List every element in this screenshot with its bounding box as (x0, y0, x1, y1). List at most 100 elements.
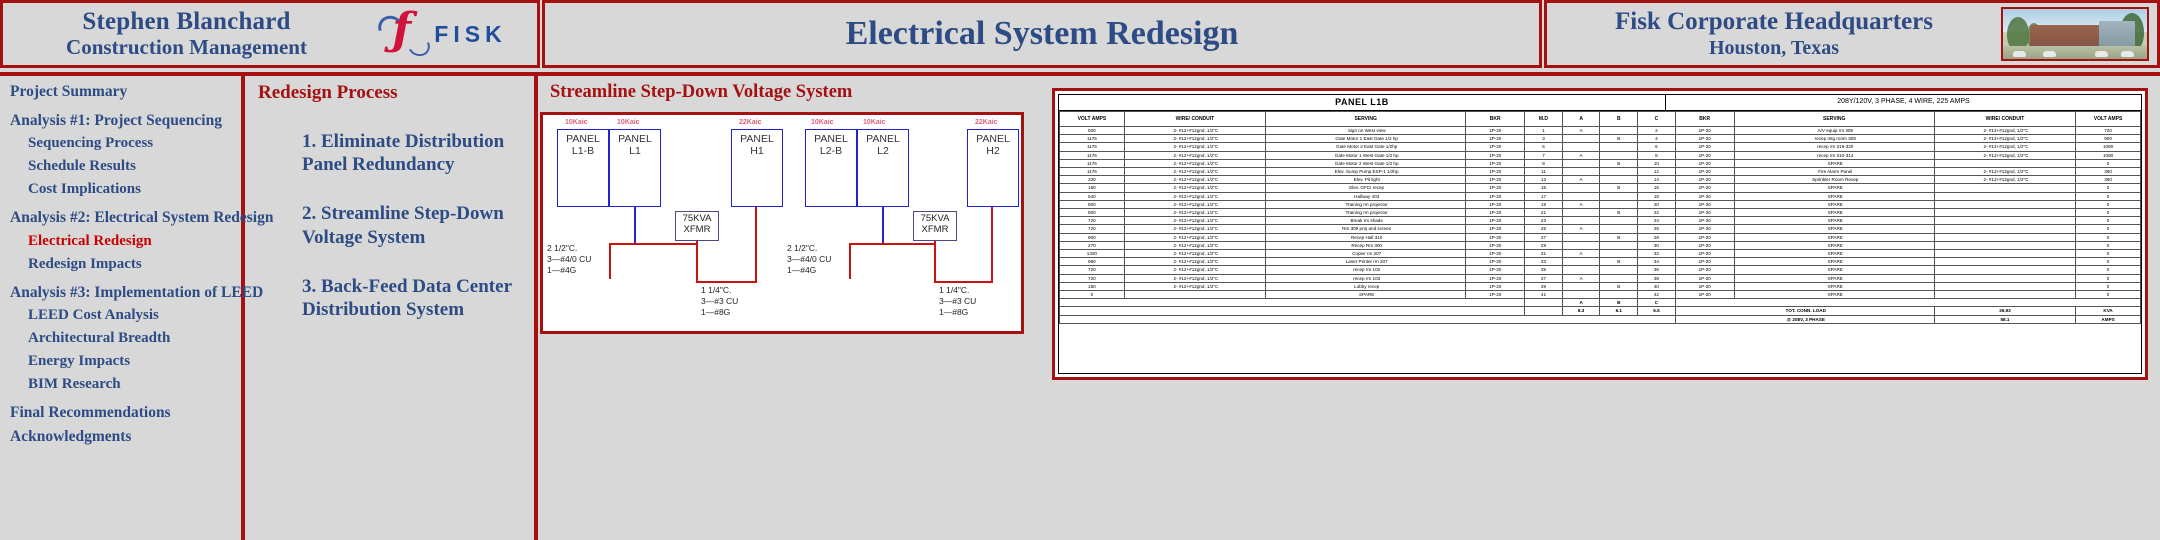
cell-wire_l: 2- #12+#12gnd, 1/2"C (1123, 150, 1267, 160)
sidebar-item-architectural-breadth[interactable]: Architectural Breadth (10, 331, 240, 346)
sidebar-item-analysis-3-implementation-of-leed[interactable]: Analysis #3: Implementation of LEED (10, 284, 263, 301)
cell-md: 25 (1524, 224, 1563, 234)
cell-b: B (1599, 281, 1639, 292)
cell-serv_r: SPARE (1733, 232, 1935, 242)
sidebar-item-energy-impacts[interactable]: Energy Impacts (10, 354, 240, 369)
cell-md: 29 (1524, 240, 1563, 251)
table-row: 1176 2- #12+#12gnd, 1/2"C Gate Motor 1 Wes… (1059, 150, 2141, 160)
cell-serv_l: Recep Rm 300 (1265, 240, 1467, 251)
cell-serv_l: Training rm projector (1265, 199, 1467, 210)
cell-wire_r: 2- #12+#12gnd, 1/2"C (1933, 125, 2077, 136)
sidebar-nav[interactable]: Project Summary Analysis #1: Project Sequ… (0, 76, 273, 540)
single-line-diagram-section: Streamline Step-Down Voltage System 10Ka… (540, 76, 1040, 334)
cell-va_l: 1176 (1059, 150, 1125, 160)
cell-c: 18 (1637, 191, 1676, 201)
sidebar-item-sequencing-process[interactable]: Sequencing Process (10, 136, 240, 151)
cell-wire_r (1933, 199, 2077, 210)
panel-id: L1-B (571, 145, 595, 158)
panel-l2: PANEL L2 (857, 129, 909, 207)
spacer (1059, 314, 1676, 324)
sidebar-item-bim-research[interactable]: BIM Research (10, 377, 240, 392)
cell-va_l: 500 (1059, 125, 1125, 136)
cell-bkr_l: 1P-20 (1465, 183, 1526, 193)
cell-a: A (1561, 125, 1601, 136)
amps-note: @ 208V, 3 PHASE (1674, 314, 1935, 324)
process-step-1: 1. Eliminate Distribution Panel Redundan… (302, 131, 505, 176)
cell-bkr_r: 1P-20 (1674, 249, 1735, 259)
sidebar-item-project-summary[interactable]: Project Summary (10, 84, 240, 100)
cell-serv_r: SPARE (1733, 199, 1935, 210)
cell-va_l: 180 (1059, 183, 1125, 193)
table-row: 540 2- #12+#12gnd, 1/2"C Hallway 403 1P-20 1… (1059, 191, 2141, 201)
cell-va_r: 0 (2075, 281, 2141, 292)
cell-b: B (1599, 183, 1639, 193)
cell-wire_l: 2- #12+#12gnd, 1/2"C (1123, 199, 1267, 210)
cell-c: 10 (1637, 158, 1676, 169)
table-row: 720 2- #12+#12gnd, 1/2"C recep rm 103 1P-20… (1059, 273, 2141, 283)
cell-c: 20 (1637, 199, 1676, 210)
total-kva-value: 26.93 (1933, 306, 2077, 316)
feeder-spec: 2 1/2"C. 3—#4/0 CU 1—#4G (787, 243, 832, 276)
sidebar-item-schedule-results[interactable]: Schedule Results (10, 159, 240, 174)
schedule-col-header: VOLT AMPS (2075, 111, 2141, 127)
sidebar-item-cost-implications[interactable]: Cost Implications (10, 182, 240, 197)
cell-wire_r: 2- #12+#12gnd, 1/2"C (1933, 167, 2077, 177)
cell-serv_r: SPARE (1733, 191, 1935, 201)
sidebar-item-electrical-redesign[interactable]: Electrical Redesign (10, 233, 240, 249)
project-header-box: Fisk Corporate Headquarters Houston, Tex… (1544, 0, 2160, 68)
cell-serv_l: Rm 309 proj and screen (1265, 224, 1467, 234)
cell-wire_l: 2- #12+#12gnd, 1/2"C (1123, 249, 1267, 259)
cell-serv_l: SPARE (1265, 290, 1467, 300)
sidebar-item-analysis-2-electrical-system-redesign[interactable]: Analysis #2: Electrical System Redesign (10, 210, 273, 226)
panel-l2b: PANEL L2-B (805, 129, 857, 207)
cell-va_l: 720 (1059, 216, 1125, 226)
cell-a (1561, 167, 1601, 177)
cell-md: 39 (1524, 281, 1563, 292)
sidebar-item-analysis-1-project-sequencing[interactable]: Analysis #1: Project Sequencing (10, 112, 240, 129)
cell-b (1599, 125, 1639, 136)
panel-l1: PANEL L1 (609, 129, 661, 207)
cell-va_l: 900 (1059, 232, 1125, 242)
cell-bkr_l: 1P-20 (1465, 150, 1526, 160)
redesign-process-heading: Redesign Process (258, 82, 398, 103)
cell-serv_r: SPARE (1733, 249, 1935, 259)
cell-va_r: 360 (2075, 167, 2141, 177)
panel-title: PANEL (566, 133, 600, 145)
feeder-drop (849, 243, 851, 279)
cell-wire_r: 2- #12+#12gnd, 1/2"C (1933, 134, 2077, 144)
cell-serv_l: Gate Motor 1 East Gate 1/2 hp (1265, 134, 1467, 144)
cell-md: 35 (1524, 265, 1563, 275)
sidebar-item-final-recommendations[interactable]: Final Recommendations (10, 405, 240, 421)
cell-bkr_r: 1P-20 (1674, 224, 1735, 234)
feeder-spec: 1 1/4"C. 3—#3 CU 1—#8G (701, 285, 739, 318)
cell-va_r: 0 (2075, 257, 2141, 267)
cell-serv_l: Elev. Pit light (1265, 175, 1467, 185)
cell-md: 27 (1524, 232, 1563, 242)
cell-va_l: 1176 (1059, 142, 1125, 152)
schedule-col-header: B (1599, 111, 1639, 127)
cell-serv_l: Hallway 403 (1265, 191, 1467, 201)
schedule-col-header: VOLT AMPS (1059, 111, 1125, 127)
cell-bkr_r: 1P-20 (1674, 216, 1735, 226)
sidebar-item-acknowledgments[interactable]: Acknowledgments (10, 428, 240, 445)
process-step-list: 1. Eliminate Distribution Panel Redundan… (258, 130, 534, 321)
total-amps-unit: AMPS (2075, 314, 2141, 324)
fisk-wordmark: FISK (434, 20, 507, 47)
cell-b (1599, 216, 1639, 226)
sidebar-item-leed-cost-analysis[interactable]: LEED Cost Analysis (10, 308, 240, 323)
phase-header-a: A (1561, 298, 1601, 308)
table-row: 1176 2- #12+#12gnd, 1/2"C Elev. Sump Pump … (1059, 167, 2141, 177)
cell-bkr_r: 1P-20 (1674, 134, 1735, 144)
cell-bkr_r: 1P-20 (1674, 273, 1735, 283)
phase-header-c: C (1637, 298, 1676, 308)
spacer (1524, 298, 1563, 308)
cell-b (1599, 199, 1639, 210)
cell-bkr_l: 1P-20 (1465, 199, 1526, 210)
panel-schedule: PANEL L1B 208Y/120V, 3 PHASE, 4 WIRE, 22… (1058, 94, 2142, 374)
table-row: 720 2- #12+#12gnd, 1/2"C recep rm 102 1P-20… (1059, 265, 2141, 275)
cell-c: 36 (1637, 265, 1676, 275)
spacer (1059, 306, 1526, 316)
sidebar-item-redesign-impacts[interactable]: Redesign Impacts (10, 256, 240, 272)
schedule-col-header: SERVING (1733, 111, 1935, 127)
cell-serv_r: SPARE (1733, 216, 1935, 226)
